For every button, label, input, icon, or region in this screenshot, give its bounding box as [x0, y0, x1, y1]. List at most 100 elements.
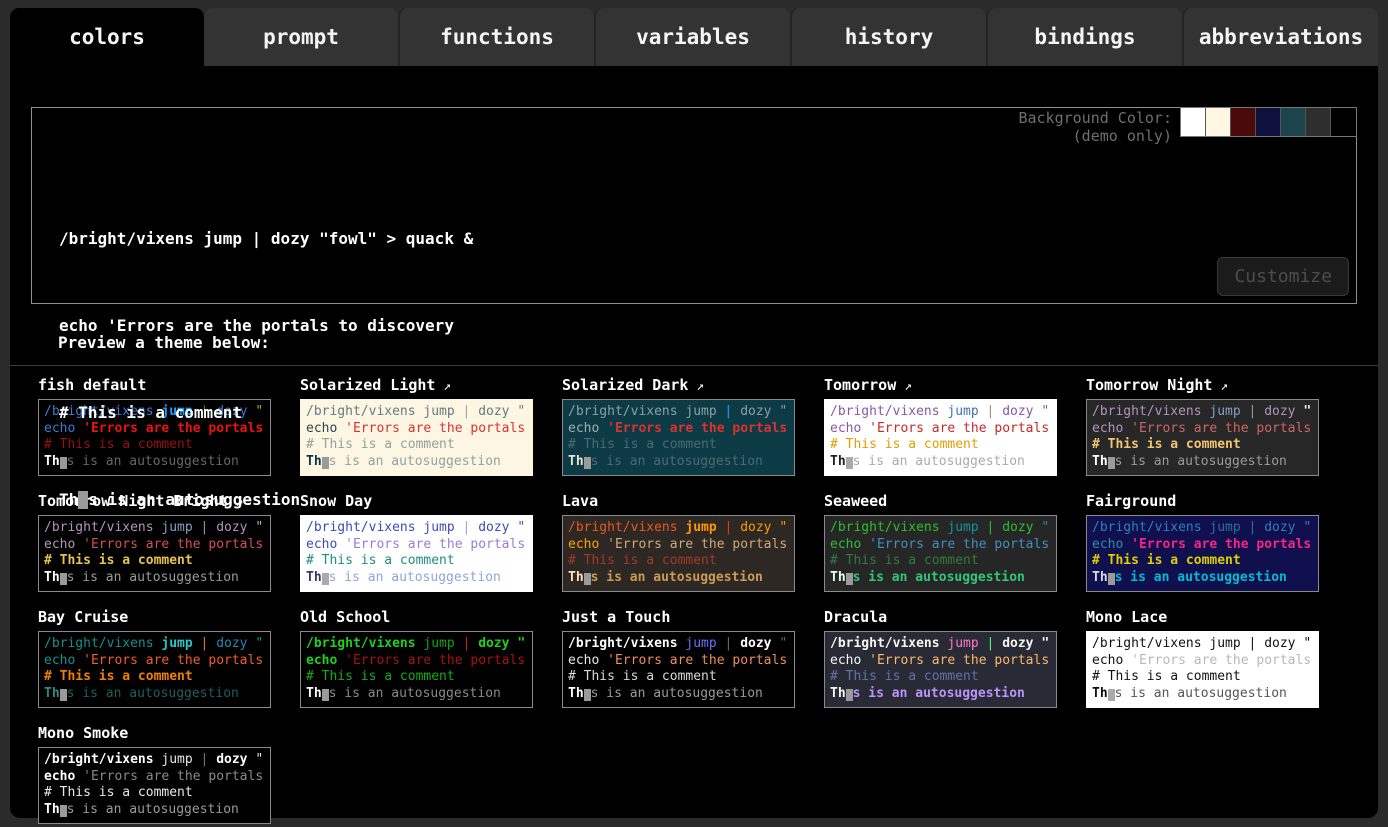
external-link-icon[interactable]: ↗	[1212, 379, 1228, 394]
token-quote: "	[1303, 404, 1311, 419]
tab-prompt[interactable]: prompt	[204, 8, 398, 66]
tab-variables[interactable]: variables	[594, 8, 790, 66]
tile-line-autosuggestion: Ths is an autosuggestion	[306, 686, 527, 703]
cursor-block	[60, 573, 67, 585]
theme-preview-tile-solarized-dark[interactable]: /bright/vixens jump | dozy "echo 'Errors…	[562, 399, 795, 476]
token-dozy: dozy	[478, 520, 509, 535]
tile-line-comment: # This is a comment	[306, 669, 527, 686]
background-swatch-2[interactable]	[1206, 108, 1231, 136]
background-swatch-6[interactable]	[1306, 108, 1331, 136]
theme-title: Dracula	[824, 608, 1057, 631]
external-link-icon[interactable]: ↗	[688, 379, 704, 394]
token-th: Th	[306, 686, 322, 701]
token-comment: # This is a comment	[1092, 553, 1241, 568]
theme-cell-bay-cruise: Bay Cruise/bright/vixens jump | dozy "ec…	[38, 608, 271, 708]
token-pipe: |	[201, 636, 209, 651]
token-echo: echo	[44, 653, 75, 668]
theme-name: Mono Smoke	[38, 724, 128, 742]
theme-cell-tomorrow: Tomorrow ↗/bright/vixens jump | dozy "ec…	[824, 376, 1057, 476]
background-swatch-1[interactable]	[1181, 108, 1206, 136]
tile-line-command: /bright/vixens jump | dozy "	[44, 752, 265, 769]
theme-preview-tile-lava[interactable]: /bright/vixens jump | dozy "echo 'Errors…	[562, 515, 795, 592]
token-dozy: dozy	[740, 404, 771, 419]
cursor-block	[846, 573, 853, 585]
tile-line-autosuggestion: Ths is an autosuggestion	[568, 454, 789, 471]
token-quote: "	[779, 520, 787, 535]
token-pipe: |	[1249, 520, 1257, 535]
customize-button[interactable]: Customize	[1217, 257, 1349, 296]
tile-line-autosuggestion: Ths is an autosuggestion	[830, 686, 1051, 703]
theme-preview-tile-mono-smoke[interactable]: /bright/vixens jump | dozy "echo 'Errors…	[38, 747, 271, 824]
tab-functions[interactable]: functions	[398, 8, 594, 66]
token-echo: echo	[568, 537, 599, 552]
token-pipe: |	[725, 404, 733, 419]
tile-line-command: /bright/vixens jump | dozy "	[568, 404, 789, 421]
tab-abbreviations[interactable]: abbreviations	[1182, 8, 1378, 66]
tab-history[interactable]: history	[790, 8, 986, 66]
background-swatch-3[interactable]	[1231, 108, 1256, 136]
token-string: 'Errors are the portals	[345, 653, 525, 668]
token-th: Th	[44, 570, 60, 585]
background-color-label-line2: (demo only)	[1018, 127, 1172, 145]
tile-line-string: echo 'Errors are the portals	[830, 421, 1051, 438]
tile-line-string: echo 'Errors are the portals	[830, 537, 1051, 554]
background-swatch-4[interactable]	[1256, 108, 1281, 136]
theme-preview-tile-just-a-touch[interactable]: /bright/vixens jump | dozy "echo 'Errors…	[562, 631, 795, 708]
token-quote: "	[255, 752, 263, 767]
token-jump: jump	[947, 520, 978, 535]
theme-title: Lava	[562, 492, 795, 515]
token-string: 'Errors are the portals	[83, 653, 263, 668]
theme-preview-tile-mono-lace[interactable]: /bright/vixens jump | dozy "echo 'Errors…	[1086, 631, 1319, 708]
tile-line-autosuggestion: Ths is an autosuggestion	[1092, 570, 1313, 587]
token-dozy: dozy	[1264, 404, 1295, 419]
tile-line-command: /bright/vixens jump | dozy "	[830, 520, 1051, 537]
theme-preview-tile-dracula[interactable]: /bright/vixens jump | dozy "echo 'Errors…	[824, 631, 1057, 708]
background-swatch-5[interactable]	[1281, 108, 1306, 136]
theme-name: Old School	[300, 608, 390, 626]
token-pipe: |	[987, 636, 995, 651]
token-path: /bright/vixens	[1092, 636, 1202, 651]
token-dozy: dozy	[478, 404, 509, 419]
tile-line-string: echo 'Errors are the portals	[306, 653, 527, 670]
theme-name: Solarized Dark	[562, 376, 688, 394]
cursor-block	[78, 491, 88, 509]
theme-preview-tile-seaweed[interactable]: /bright/vixens jump | dozy "echo 'Errors…	[824, 515, 1057, 592]
theme-preview-tile-tomorrow-night[interactable]: /bright/vixens jump | dozy "echo 'Errors…	[1086, 399, 1319, 476]
token-dozy: dozy	[478, 636, 509, 651]
token-dozy: dozy	[1002, 520, 1033, 535]
theme-preview-tile-bay-cruise[interactable]: /bright/vixens jump | dozy "echo 'Errors…	[38, 631, 271, 708]
theme-cell-dracula: Dracula/bright/vixens jump | dozy "echo …	[824, 608, 1057, 708]
tab-colors[interactable]: colors	[10, 8, 204, 66]
token-comment: # This is a comment	[830, 553, 979, 568]
tile-line-autosuggestion: Ths is an autosuggestion	[830, 570, 1051, 587]
cursor-block	[846, 457, 853, 469]
theme-preview-tile-fairground[interactable]: /bright/vixens jump | dozy "echo 'Errors…	[1086, 515, 1319, 592]
tile-line-command: /bright/vixens jump | dozy "	[306, 636, 527, 653]
tile-line-comment: # This is a comment	[44, 785, 265, 802]
background-swatch-7[interactable]	[1331, 108, 1356, 136]
theme-title: Tomorrow Night ↗	[1086, 376, 1319, 399]
token-dozy: dozy	[1002, 404, 1033, 419]
theme-cell-tomorrow-night: Tomorrow Night ↗/bright/vixens jump | do…	[1086, 376, 1319, 476]
token-echo: echo	[1092, 653, 1123, 668]
theme-name: Seaweed	[824, 492, 887, 510]
cursor-block	[584, 689, 591, 701]
theme-preview-tile-tomorrow[interactable]: /bright/vixens jump | dozy "echo 'Errors…	[824, 399, 1057, 476]
tile-line-command: /bright/vixens jump | dozy "	[44, 636, 265, 653]
token-auto: s is an autosuggestion	[67, 686, 239, 701]
token-echo: echo	[568, 653, 599, 668]
tile-line-comment: # This is a comment	[44, 669, 265, 686]
theme-title: Fairground	[1086, 492, 1319, 515]
token-path: /bright/vixens	[306, 636, 416, 651]
token-string: 'Errors are the portals	[607, 653, 787, 668]
token-auto: s is an autosuggestion	[853, 454, 1025, 469]
theme-name: Fairground	[1086, 492, 1176, 510]
theme-name: Dracula	[824, 608, 887, 626]
cursor-block	[322, 573, 329, 585]
token-string: 'Errors are the portals	[83, 769, 263, 784]
external-link-icon[interactable]: ↗	[896, 379, 912, 394]
tile-line-string: echo 'Errors are the portals	[1092, 653, 1313, 670]
token-pipe: |	[725, 520, 733, 535]
theme-preview-tile-old-school[interactable]: /bright/vixens jump | dozy "echo 'Errors…	[300, 631, 533, 708]
tab-bindings[interactable]: bindings	[986, 8, 1182, 66]
